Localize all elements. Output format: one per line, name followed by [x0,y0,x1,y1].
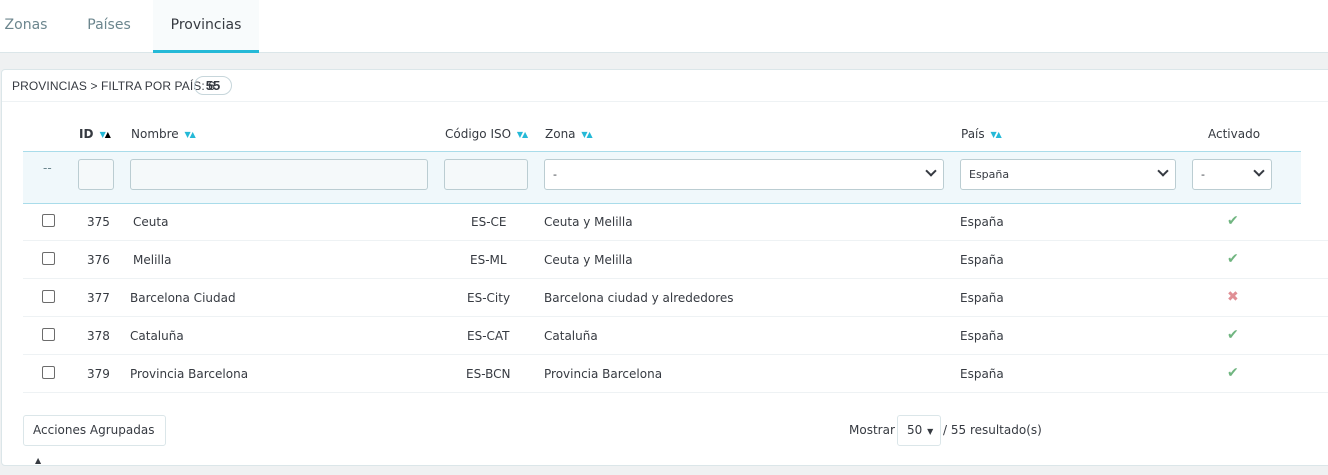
row-id: 379 [87,367,110,381]
row-iso: ES-CE [471,215,507,229]
sort-asc-icon[interactable]: ▲ [105,130,111,139]
sort-asc-icon[interactable]: ▲ [996,130,1002,139]
bulk-actions-button[interactable]: Acciones Agrupadas ▲ [23,415,166,465]
row-zone: Provincia Barcelona [544,367,663,381]
table-row[interactable]: 378 Cataluña ES-CAT Cataluña España ✔ [23,317,1328,355]
column-header-name-label: Nombre [131,127,179,141]
row-country: España [960,329,1004,343]
tab-bar: Zonas Países Provincias [0,0,1328,53]
chevron-down-icon [1253,165,1265,177]
sort-asc-icon[interactable]: ▲ [522,130,528,139]
filter-active-select[interactable]: - [1192,159,1272,190]
row-checkbox[interactable] [42,328,55,341]
row-name: Provincia Barcelona [130,367,249,381]
filter-name-input[interactable] [130,159,428,190]
filter-active-value: - [1201,168,1205,181]
filter-id-input[interactable] [78,159,114,190]
filter-iso-input[interactable] [444,159,528,190]
row-zone: Ceuta y Melilla [544,215,633,229]
sort-asc-icon[interactable]: ▲ [190,130,196,139]
show-label: Mostrar [849,423,895,437]
row-zone: Barcelona ciudad y alrededores [544,291,734,305]
row-checkbox[interactable] [42,214,55,227]
row-iso: ES-BCN [466,367,511,381]
column-header-id-label: ID [79,127,94,141]
sort-icons: ▼▲ [990,130,1002,139]
row-country: España [960,215,1004,229]
caret-down-icon: ▼ [927,427,934,436]
chevron-down-icon [925,165,937,177]
tab-provincias[interactable]: Provincias [153,0,259,53]
filter-country-select[interactable]: España [960,159,1176,190]
row-country: España [960,253,1004,267]
filter-zone-select[interactable]: - [544,159,944,190]
row-name: Melilla [133,253,172,267]
row-id: 377 [87,291,110,305]
sort-icons: ▼▲ [100,130,111,139]
column-header-name: Nombre ▼▲ [131,127,196,141]
tab-paises[interactable]: Países [76,0,142,53]
column-header-id: ID ▼▲ [79,127,111,141]
caret-up-icon: ▲ [35,456,42,465]
row-id: 378 [87,329,110,343]
provinces-panel: Provincias > Filtra por país: 6 55 ID ▼▲… [1,69,1328,466]
sort-icons: ▼▲ [581,130,593,139]
row-country: España [960,291,1004,305]
filter-zone-value: - [553,168,557,181]
row-zone: Cataluña [544,329,598,343]
column-header-country: País ▼▲ [961,127,1002,141]
bulk-placeholder: -- [43,161,52,175]
filter-country-value: España [969,168,1010,181]
table-row[interactable]: 379 Provincia Barcelona ES-BCN Provincia… [23,355,1328,393]
row-name: Ceuta [133,215,169,229]
row-iso: ES-City [467,291,511,305]
row-country: España [960,367,1004,381]
row-name: Barcelona Ciudad [130,291,236,305]
check-icon[interactable]: ✔ [1227,365,1239,381]
sort-asc-icon[interactable]: ▲ [587,130,593,139]
bulk-actions-label: Acciones Agrupadas [33,423,155,437]
panel-header: Provincias > Filtra por país: 6 55 [2,70,1328,102]
per-page-select[interactable]: 50 ▼ [897,415,941,446]
table-row[interactable]: 377 Barcelona Ciudad ES-City Barcelona c… [23,279,1328,317]
panel-title: Provincias > Filtra por país: 6 [12,79,216,93]
results-count: / 55 resultado(s) [943,423,1042,437]
check-icon[interactable]: ✔ [1227,213,1239,229]
tab-zonas[interactable]: Zonas [0,0,52,53]
column-header-iso: Código ISO ▼▲ [445,127,528,141]
row-checkbox[interactable] [42,290,55,303]
row-iso: ES-ML [470,253,507,267]
row-checkbox[interactable] [42,252,55,265]
row-id: 375 [87,215,110,229]
row-zone: Ceuta y Melilla [544,253,633,267]
column-header-iso-label: Código ISO [445,127,512,141]
count-badge: 55 [194,76,232,95]
check-icon[interactable]: ✔ [1227,251,1239,267]
table-row[interactable]: 376 Melilla ES-ML Ceuta y Melilla España… [23,241,1328,279]
column-header-country-label: País [961,127,985,141]
row-id: 376 [87,253,110,267]
column-header-active: Activado [1208,127,1261,141]
cross-icon[interactable]: ✖ [1227,289,1239,305]
sort-icons: ▼▲ [517,130,528,139]
sort-icons: ▼▲ [185,130,196,139]
table-row[interactable]: 375 Ceuta ES-CE Ceuta y Melilla España ✔ [23,203,1328,241]
per-page-value: 50 [907,423,923,437]
column-header-zone-label: Zona [545,127,576,141]
chevron-down-icon [1157,165,1169,177]
row-checkbox[interactable] [42,366,55,379]
column-header-zone: Zona ▼▲ [545,127,593,141]
row-name: Cataluña [130,329,184,343]
check-icon[interactable]: ✔ [1227,327,1239,343]
row-iso: ES-CAT [467,329,510,343]
